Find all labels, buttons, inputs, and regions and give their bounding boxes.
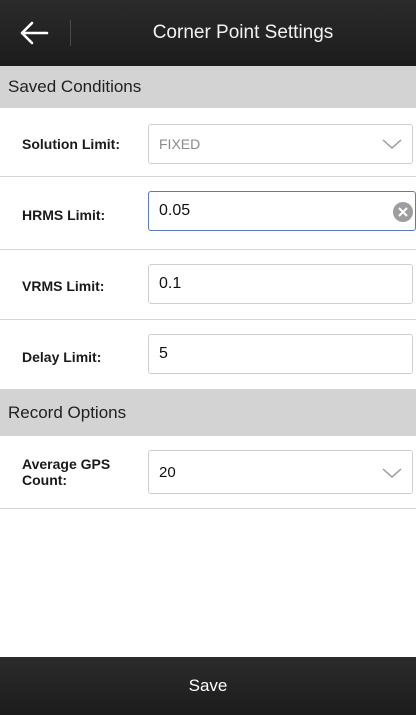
section-header-saved-conditions: Saved Conditions — [0, 66, 416, 108]
delay-limit-label: Delay Limit: — [22, 349, 102, 365]
clear-button[interactable] — [393, 202, 413, 222]
page-title: Corner Point Settings — [152, 22, 334, 43]
solution-limit-row: Solution Limit: FIXED — [0, 108, 416, 177]
delay-limit-row: Delay Limit: 5 — [0, 320, 416, 390]
corner-point-settings-screen: Corner Point Settings Saved Conditions S… — [0, 0, 416, 715]
solution-limit-label: Solution Limit: — [22, 136, 120, 152]
section-header-record-options: Record Options — [0, 390, 416, 436]
vrms-limit-value: 0.1 — [159, 275, 182, 292]
vrms-limit-input[interactable]: 0.1 — [148, 264, 413, 304]
title-bar: Corner Point Settings — [0, 0, 416, 66]
hrms-limit-label: HRMS Limit: — [22, 207, 106, 223]
hrms-limit-input[interactable]: 0.05 — [148, 191, 416, 231]
delay-limit-value: 5 — [159, 345, 168, 362]
average-gps-count-select[interactable]: 20 — [148, 450, 413, 494]
average-gps-count-value: 20 — [159, 463, 176, 481]
hrms-limit-row: HRMS Limit: 0.05 — [0, 177, 416, 250]
chevron-down-icon — [382, 139, 402, 150]
save-button[interactable]: Save — [0, 657, 416, 715]
vrms-limit-row: VRMS Limit: 0.1 — [0, 250, 416, 320]
solution-limit-value: FIXED — [159, 136, 201, 152]
solution-limit-select[interactable]: FIXED — [148, 124, 413, 164]
average-gps-count-row: Average GPS Count: 20 — [0, 436, 416, 509]
vrms-limit-label: VRMS Limit: — [22, 278, 105, 294]
delay-limit-input[interactable]: 5 — [148, 334, 413, 374]
chevron-down-icon — [382, 468, 402, 479]
back-button[interactable] — [14, 14, 54, 52]
clear-icon — [398, 207, 408, 217]
arrow-left-icon — [20, 21, 49, 45]
hrms-limit-value: 0.05 — [159, 202, 191, 219]
average-gps-count-label: Average GPS Count: — [22, 456, 111, 488]
